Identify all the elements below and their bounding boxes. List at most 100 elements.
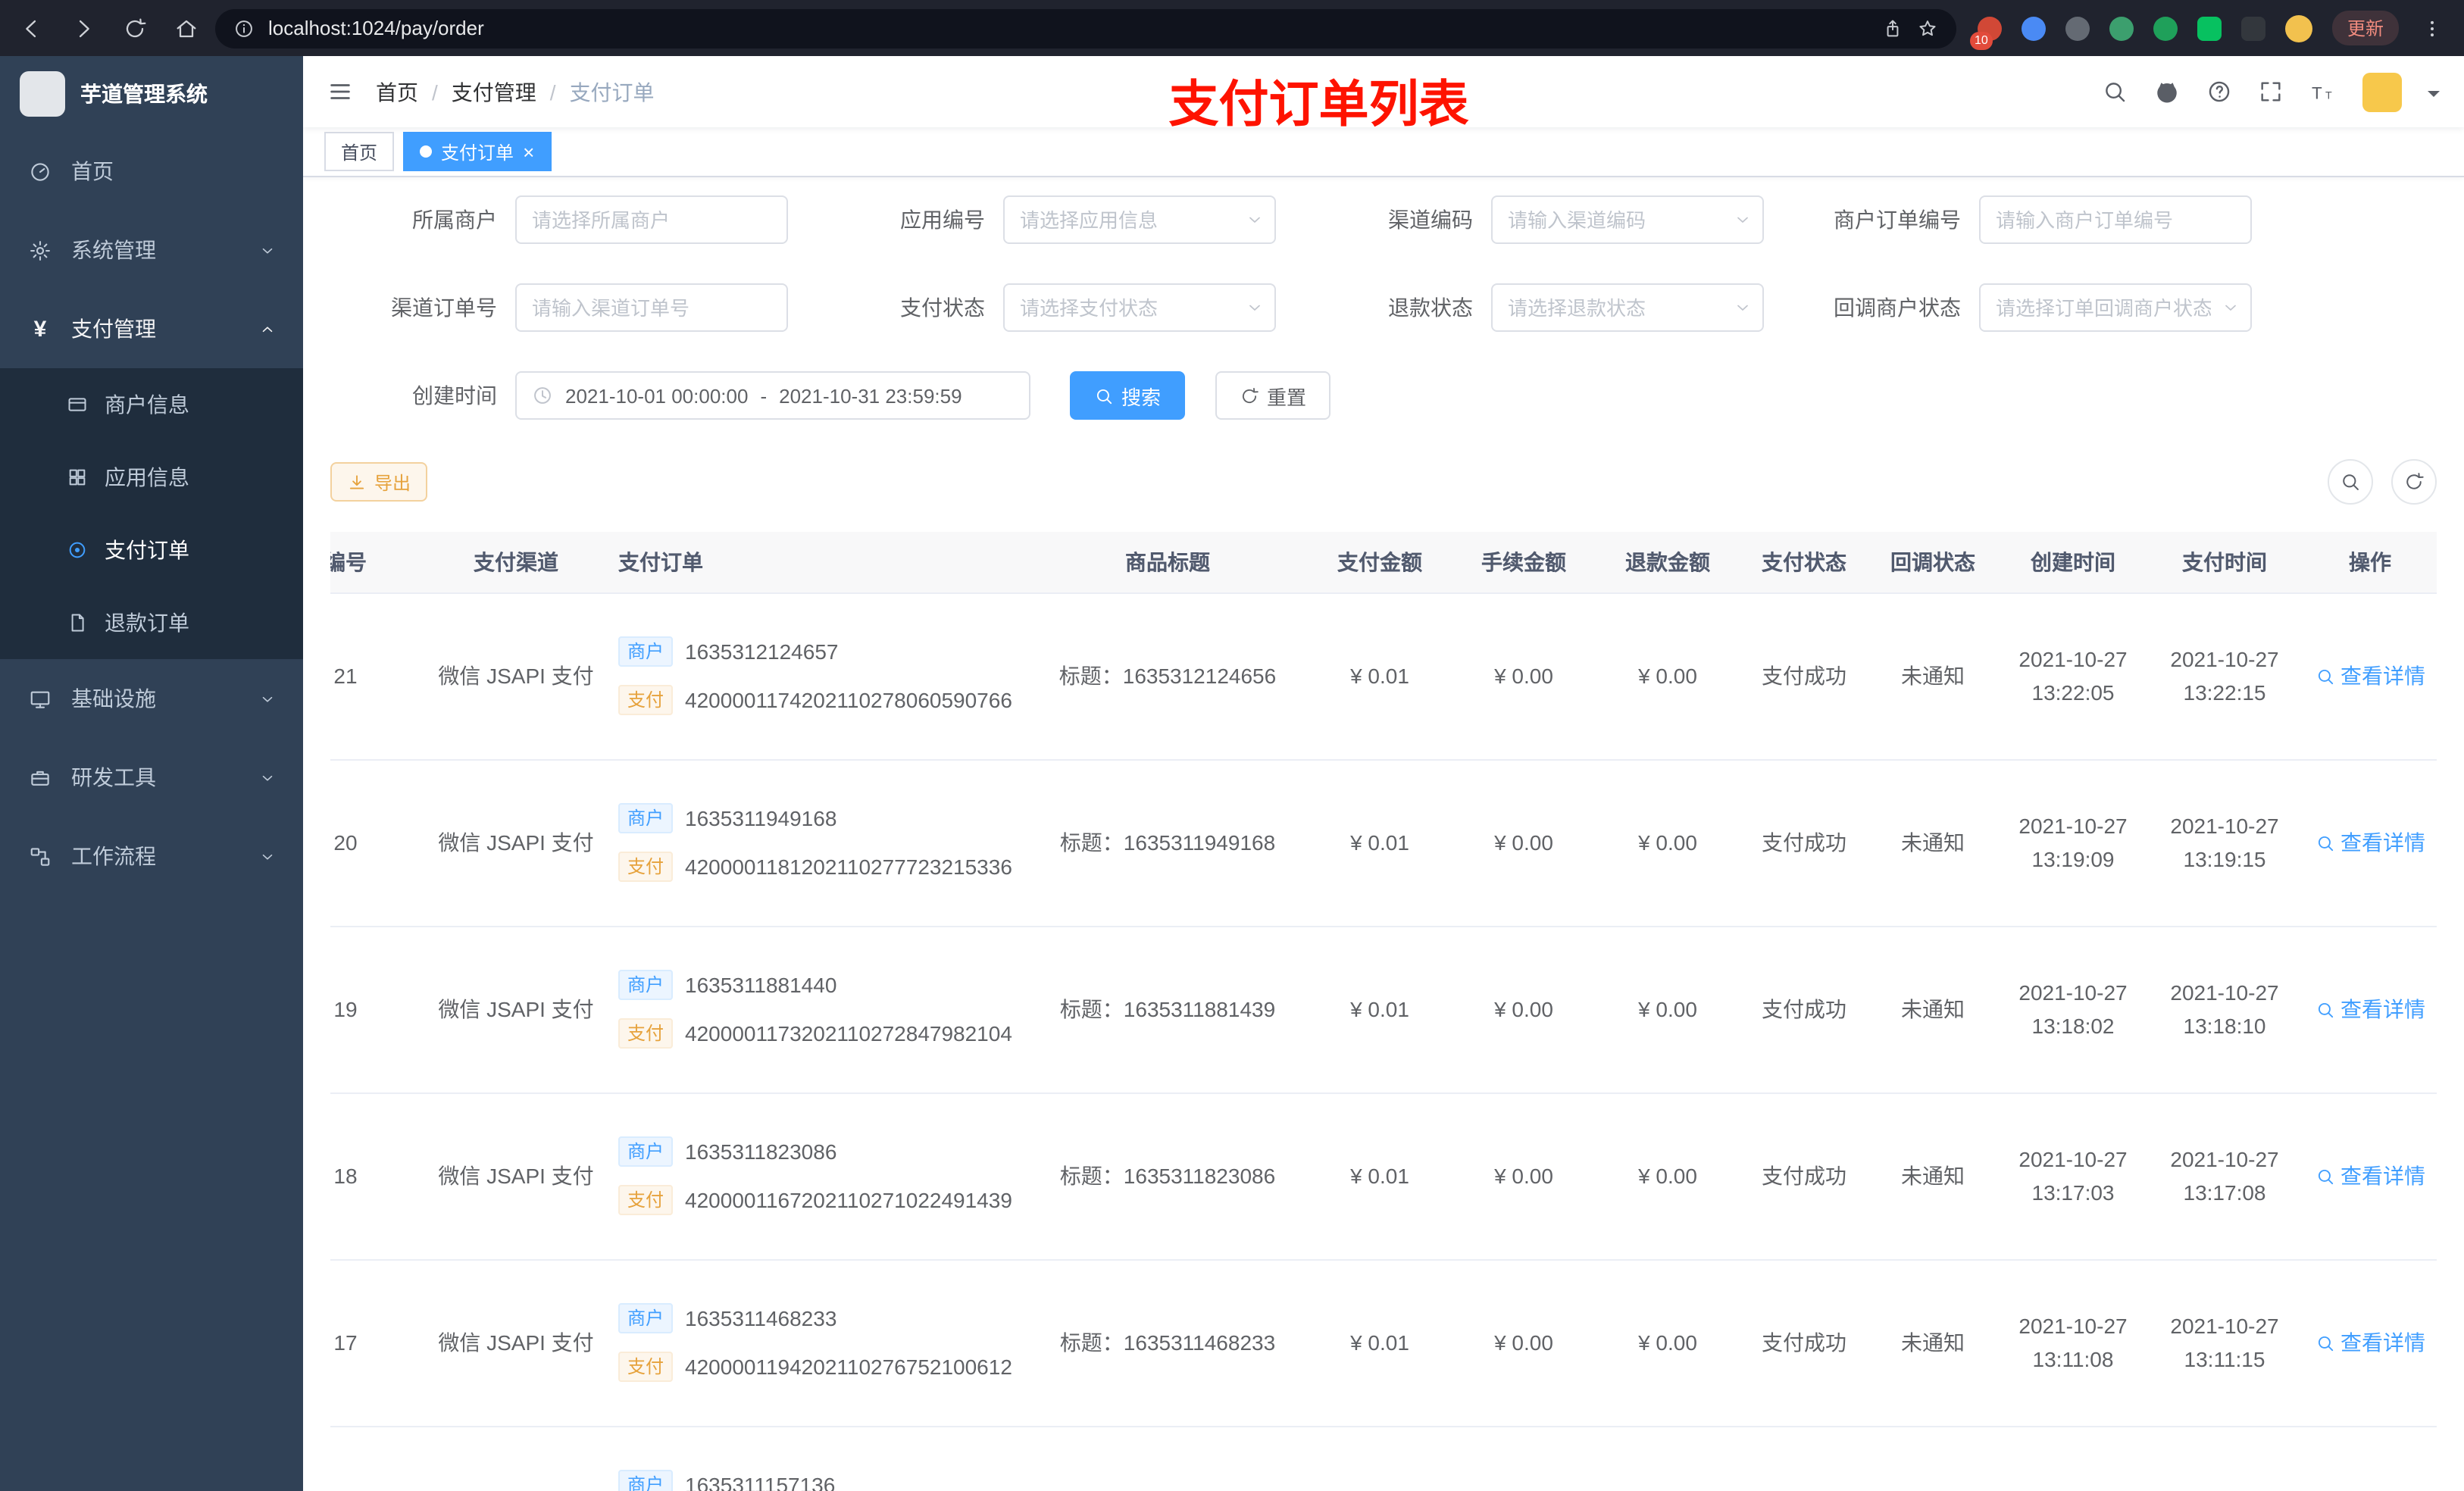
view-detail-link[interactable]: 查看详情 bbox=[2315, 661, 2425, 691]
pay-amount: ¥ 0.01 bbox=[1308, 1092, 1452, 1260]
reset-button-label: 重置 bbox=[1267, 386, 1307, 408]
app-title: 芋道管理系统 bbox=[80, 82, 208, 106]
sidebar-item-workflow[interactable]: 工作流程 bbox=[0, 817, 303, 896]
pay-status-input[interactable] bbox=[1003, 283, 1276, 332]
breadcrumb-payment[interactable]: 支付管理 bbox=[452, 77, 536, 107]
sidebar-item-payment[interactable]: ¥ 支付管理 bbox=[0, 289, 303, 368]
sidebar-item-home[interactable]: 首页 bbox=[0, 132, 303, 211]
bookmark-star-icon[interactable] bbox=[1917, 17, 1938, 39]
sidebar-item-system[interactable]: 系统管理 bbox=[0, 211, 303, 289]
back-icon[interactable] bbox=[18, 14, 45, 42]
extension-icon[interactable] bbox=[2197, 16, 2222, 40]
extension-icon[interactable] bbox=[2109, 16, 2134, 40]
channel-code-select[interactable] bbox=[1491, 195, 1764, 244]
reset-button[interactable]: 重置 bbox=[1215, 371, 1331, 420]
app-id-input[interactable] bbox=[1003, 195, 1276, 244]
view-detail-link[interactable]: 查看详情 bbox=[2315, 827, 2425, 858]
font-size-icon[interactable]: TT bbox=[2309, 78, 2337, 105]
refund-amount: ¥ 0.00 bbox=[1596, 926, 1740, 1093]
chevron-down-icon bbox=[259, 848, 276, 864]
sidebar-item-merchant-info[interactable]: 商户信息 bbox=[0, 368, 303, 441]
app-id-select[interactable] bbox=[1003, 195, 1276, 244]
extension-icon[interactable] bbox=[2284, 14, 2312, 42]
extension-icon[interactable] bbox=[2021, 16, 2046, 40]
svg-text:T: T bbox=[2325, 89, 2332, 101]
export-button-label: 导出 bbox=[374, 472, 411, 493]
refund-status-input[interactable] bbox=[1491, 283, 1764, 332]
refund-status-select[interactable] bbox=[1491, 283, 1764, 332]
filter-row-3: 创建时间 2021-10-01 00:00:00 - 2021-10-31 23… bbox=[330, 371, 2437, 420]
search-icon[interactable] bbox=[2102, 79, 2128, 105]
create-time-range[interactable]: 2021-10-01 00:00:00 - 2021-10-31 23:59:5… bbox=[515, 371, 1030, 420]
channel-order-no-field[interactable] bbox=[515, 283, 788, 332]
menu-fold-icon[interactable] bbox=[327, 79, 353, 105]
notify-status: 未通知 bbox=[1868, 592, 1997, 760]
sidebar-item-label: 支付管理 bbox=[71, 317, 156, 341]
refund-amount bbox=[1596, 1426, 1740, 1491]
extension-icon[interactable] bbox=[2065, 16, 2090, 40]
extension-icon[interactable]: 10 bbox=[1969, 16, 2002, 49]
create-date: 2021-10-27 bbox=[2018, 646, 2128, 671]
close-icon[interactable]: × bbox=[523, 142, 534, 161]
github-icon[interactable] bbox=[2153, 78, 2181, 105]
user-avatar[interactable] bbox=[2362, 72, 2402, 111]
create-time-cell: 2021-10-27 13:17:03 bbox=[1997, 1092, 2149, 1260]
help-icon[interactable] bbox=[2206, 79, 2232, 105]
refresh-icon[interactable] bbox=[2391, 459, 2437, 505]
sidebar-item-infrastructure[interactable]: 基础设施 bbox=[0, 659, 303, 738]
show-search-toggle-icon[interactable] bbox=[2328, 459, 2373, 505]
merchant-select[interactable] bbox=[515, 195, 788, 244]
view-detail-link[interactable]: 查看详情 bbox=[2315, 1161, 2425, 1191]
table-row: 17 微信 JSAPI 支付 商户 1635311468233 支付 42000… bbox=[330, 1259, 2437, 1427]
chevron-down-icon[interactable] bbox=[2428, 90, 2440, 102]
column-header: 手续金额 bbox=[1452, 532, 1596, 593]
pay-status: 支付成功 bbox=[1740, 1259, 1868, 1427]
forward-icon[interactable] bbox=[70, 14, 97, 42]
sidebar-item-pay-order[interactable]: 支付订单 bbox=[0, 514, 303, 586]
refund-amount: ¥ 0.00 bbox=[1596, 1092, 1740, 1260]
url-bar[interactable]: localhost:1024/pay/order bbox=[215, 8, 1956, 48]
channel-code-input[interactable] bbox=[1491, 195, 1764, 244]
notify-status-input[interactable] bbox=[1979, 283, 2252, 332]
site-info-icon[interactable] bbox=[233, 17, 255, 39]
fullscreen-icon[interactable] bbox=[2258, 79, 2284, 105]
table-row: 20 微信 JSAPI 支付 商户 1635311949168 支付 42000… bbox=[330, 759, 2437, 927]
pay-time-cell bbox=[2149, 1426, 2300, 1491]
search-button[interactable]: 搜索 bbox=[1070, 371, 1186, 420]
view-detail-link[interactable]: 查看详情 bbox=[2315, 1327, 2425, 1358]
yen-icon: ¥ bbox=[33, 316, 47, 342]
sidebar-item-app-info[interactable]: 应用信息 bbox=[0, 441, 303, 514]
browser-update-button[interactable]: 更新 bbox=[2331, 11, 2399, 45]
browser-chrome: localhost:1024/pay/order 10 更新 bbox=[0, 0, 2464, 56]
home-icon[interactable] bbox=[173, 14, 200, 42]
pay-order-cell: 商户 1635311881440 支付 42000011732021102728… bbox=[603, 926, 1027, 1093]
browser-menu-icon[interactable] bbox=[2419, 14, 2446, 42]
column-header: 支付状态 bbox=[1740, 532, 1868, 593]
export-button[interactable]: 导出 bbox=[330, 462, 428, 502]
pay-date: 2021-10-27 bbox=[2170, 1313, 2279, 1338]
channel-order-no-input[interactable] bbox=[515, 283, 788, 332]
chevron-down-icon bbox=[1734, 299, 1752, 317]
url-text: localhost:1024/pay/order bbox=[268, 17, 484, 39]
tab-home[interactable]: 首页 bbox=[324, 132, 395, 171]
reload-icon[interactable] bbox=[121, 14, 149, 42]
sidebar-item-refund-order[interactable]: 退款订单 bbox=[0, 586, 303, 659]
notify-status-select[interactable] bbox=[1979, 283, 2252, 332]
pay-badge: 支付 bbox=[618, 1018, 674, 1049]
pay-time-cell: 2021-10-27 13:11:15 bbox=[2149, 1259, 2300, 1427]
pay-clock: 13:19:15 bbox=[2183, 847, 2266, 871]
sidebar-item-dev-tools[interactable]: 研发工具 bbox=[0, 738, 303, 817]
extension-icon[interactable] bbox=[2240, 16, 2265, 40]
share-icon[interactable] bbox=[1882, 17, 1903, 39]
breadcrumb-home[interactable]: 首页 bbox=[376, 77, 418, 107]
merchant-input[interactable] bbox=[515, 195, 788, 244]
tab-pay-order[interactable]: 支付订单 × bbox=[403, 132, 552, 171]
merchant-order-no-input[interactable] bbox=[1979, 195, 2252, 244]
extension-icon[interactable] bbox=[2153, 16, 2178, 40]
merchant-order-no: 1635311949168 bbox=[685, 806, 837, 830]
view-detail-link[interactable]: 查看详情 bbox=[2315, 994, 2425, 1024]
chevron-up-icon bbox=[259, 320, 276, 337]
merchant-order-no-field[interactable] bbox=[1979, 195, 2252, 244]
pay-status-select[interactable] bbox=[1003, 283, 1276, 332]
create-clock: 13:11:08 bbox=[2032, 1347, 2114, 1371]
